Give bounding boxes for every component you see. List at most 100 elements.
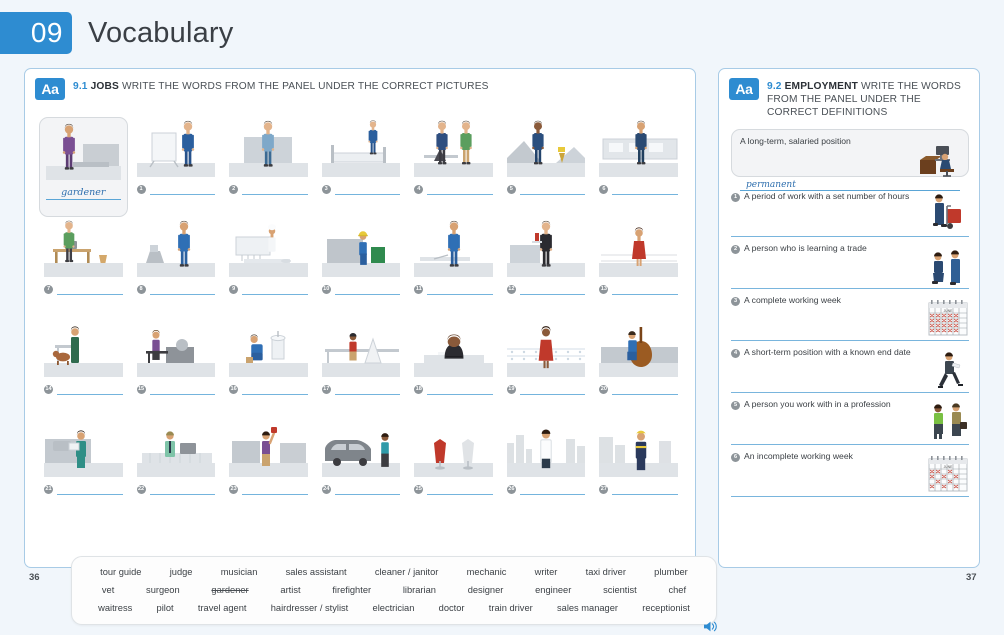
word-bank-item[interactable]: travel agent <box>198 603 247 613</box>
illustration-tour-guide <box>229 419 308 477</box>
picture-cell[interactable]: 10 <box>317 217 406 317</box>
word-bank-item[interactable]: receptionist <box>642 603 690 613</box>
picture-cell[interactable]: 2 <box>224 117 313 217</box>
word-bank-item[interactable]: waitress <box>98 603 132 613</box>
picture-cell[interactable]: 5 <box>502 117 591 217</box>
picture-cell[interactable]: 26 <box>502 417 591 517</box>
answer-blank[interactable] <box>427 384 493 395</box>
picture-cell[interactable]: 7 <box>39 217 128 317</box>
answer-blank[interactable] <box>335 184 401 195</box>
answer-blank[interactable] <box>520 184 586 195</box>
answer-blank[interactable] <box>150 284 216 295</box>
answer-blank[interactable] <box>242 484 308 495</box>
word-bank-item[interactable]: firefighter <box>332 585 371 595</box>
picture-cell-example[interactable]: gardener <box>39 117 128 217</box>
illustration-hairdresser <box>414 119 493 177</box>
word-bank-item[interactable]: doctor <box>439 603 465 613</box>
answer-blank[interactable] <box>335 484 401 495</box>
picture-cell[interactable]: 18 <box>409 317 498 417</box>
picture-cell[interactable]: 3 <box>317 117 406 217</box>
word-bank-item[interactable]: artist <box>280 585 300 595</box>
answer-blank[interactable] <box>335 384 401 395</box>
answer-blank[interactable] <box>520 284 586 295</box>
word-bank-item[interactable]: hairdresser / stylist <box>271 603 349 613</box>
answer-blank[interactable] <box>242 384 308 395</box>
definition-item[interactable]: 6An incomplete working week JUNE <box>731 445 969 497</box>
answer-blank[interactable] <box>520 484 586 495</box>
word-bank-item[interactable]: designer <box>468 585 504 595</box>
picture-cell[interactable]: 14 <box>39 317 128 417</box>
word-bank-item[interactable]: sales manager <box>557 603 618 613</box>
picture-cell[interactable]: 27 <box>594 417 683 517</box>
speaker-icon-left[interactable] <box>703 620 718 633</box>
picture-cell[interactable]: 23 <box>224 417 313 517</box>
picture-cell[interactable]: 21 <box>39 417 128 517</box>
definition-item-example[interactable]: A long-term, salaried position permanent <box>731 129 969 177</box>
answer-blank[interactable] <box>57 484 123 495</box>
answer-blank[interactable] <box>427 184 493 195</box>
picture-cell[interactable]: 22 <box>132 417 221 517</box>
item-number-badge: 11 <box>414 285 423 294</box>
picture-cell[interactable]: 25 <box>409 417 498 517</box>
answer-blank[interactable] <box>612 384 678 395</box>
answer-blank[interactable] <box>150 384 216 395</box>
item-number-badge: 15 <box>137 385 146 394</box>
picture-cell[interactable]: 1 <box>132 117 221 217</box>
definition-item[interactable]: 2A person who is learning a trade <box>731 237 969 289</box>
answer-row: 5 <box>507 184 586 195</box>
answer-blank[interactable] <box>612 184 678 195</box>
word-bank-item[interactable]: scientist <box>603 585 637 595</box>
word-bank-item[interactable]: chef <box>668 585 686 595</box>
answer-blank[interactable] <box>427 484 493 495</box>
word-bank-item[interactable]: musician <box>221 567 258 577</box>
picture-cell[interactable]: 13 <box>594 217 683 317</box>
picture-cell[interactable]: 12 <box>502 217 591 317</box>
definition-item[interactable]: 3A complete working week JUNE <box>731 289 969 341</box>
picture-cell[interactable]: 16 <box>224 317 313 417</box>
definition-item[interactable]: 5A person you work with in a profession <box>731 393 969 445</box>
word-bank-item[interactable]: pilot <box>157 603 174 613</box>
word-bank-item[interactable]: mechanic <box>467 567 507 577</box>
definition-item[interactable]: 4A short-term position with a known end … <box>731 341 969 393</box>
word-bank-item[interactable]: engineer <box>535 585 571 595</box>
word-bank-item[interactable]: tour guide <box>100 567 141 577</box>
answer-filled[interactable]: gardener <box>46 187 121 200</box>
word-bank-item[interactable]: vet <box>102 585 114 595</box>
answer-blank[interactable] <box>520 384 586 395</box>
picture-cell[interactable]: 11 <box>409 217 498 317</box>
word-bank-item[interactable]: sales assistant <box>286 567 347 577</box>
word-bank-item[interactable]: cleaner / janitor <box>375 567 439 577</box>
answer-blank[interactable] <box>427 284 493 295</box>
definition-item[interactable]: 1A period of work with a set number of h… <box>731 185 969 237</box>
word-bank-item[interactable]: surgeon <box>146 585 180 595</box>
word-bank-item[interactable]: gardener <box>211 585 248 595</box>
picture-cell[interactable]: 15 <box>132 317 221 417</box>
picture-cell[interactable]: 17 <box>317 317 406 417</box>
word-bank-item[interactable]: taxi driver <box>586 567 626 577</box>
picture-cell[interactable]: 8 <box>132 217 221 317</box>
answer-blank[interactable] <box>57 284 123 295</box>
answer-blank[interactable] <box>57 384 123 395</box>
illustration-singer <box>507 319 586 377</box>
answer-blank[interactable] <box>335 284 401 295</box>
definition-number-badge: 2 <box>731 245 740 254</box>
picture-cell[interactable]: 19 <box>502 317 591 417</box>
word-bank-item[interactable]: librarian <box>403 585 436 595</box>
picture-cell[interactable]: 6 <box>594 117 683 217</box>
word-bank-item[interactable]: train driver <box>489 603 533 613</box>
picture-cell[interactable]: 4 <box>409 117 498 217</box>
picture-cell[interactable]: 9 <box>224 217 313 317</box>
illustration-receptionist <box>137 419 216 477</box>
answer-blank[interactable] <box>150 484 216 495</box>
answer-blank[interactable] <box>242 184 308 195</box>
answer-blank[interactable] <box>612 284 678 295</box>
answer-blank[interactable] <box>242 284 308 295</box>
word-bank-item[interactable]: judge <box>170 567 193 577</box>
word-bank-item[interactable]: writer <box>535 567 558 577</box>
picture-cell[interactable]: 20 <box>594 317 683 417</box>
answer-blank[interactable] <box>150 184 216 195</box>
answer-blank[interactable] <box>612 484 678 495</box>
picture-cell[interactable]: 24 <box>317 417 406 517</box>
word-bank-item[interactable]: electrician <box>373 603 415 613</box>
word-bank-item[interactable]: plumber <box>654 567 688 577</box>
